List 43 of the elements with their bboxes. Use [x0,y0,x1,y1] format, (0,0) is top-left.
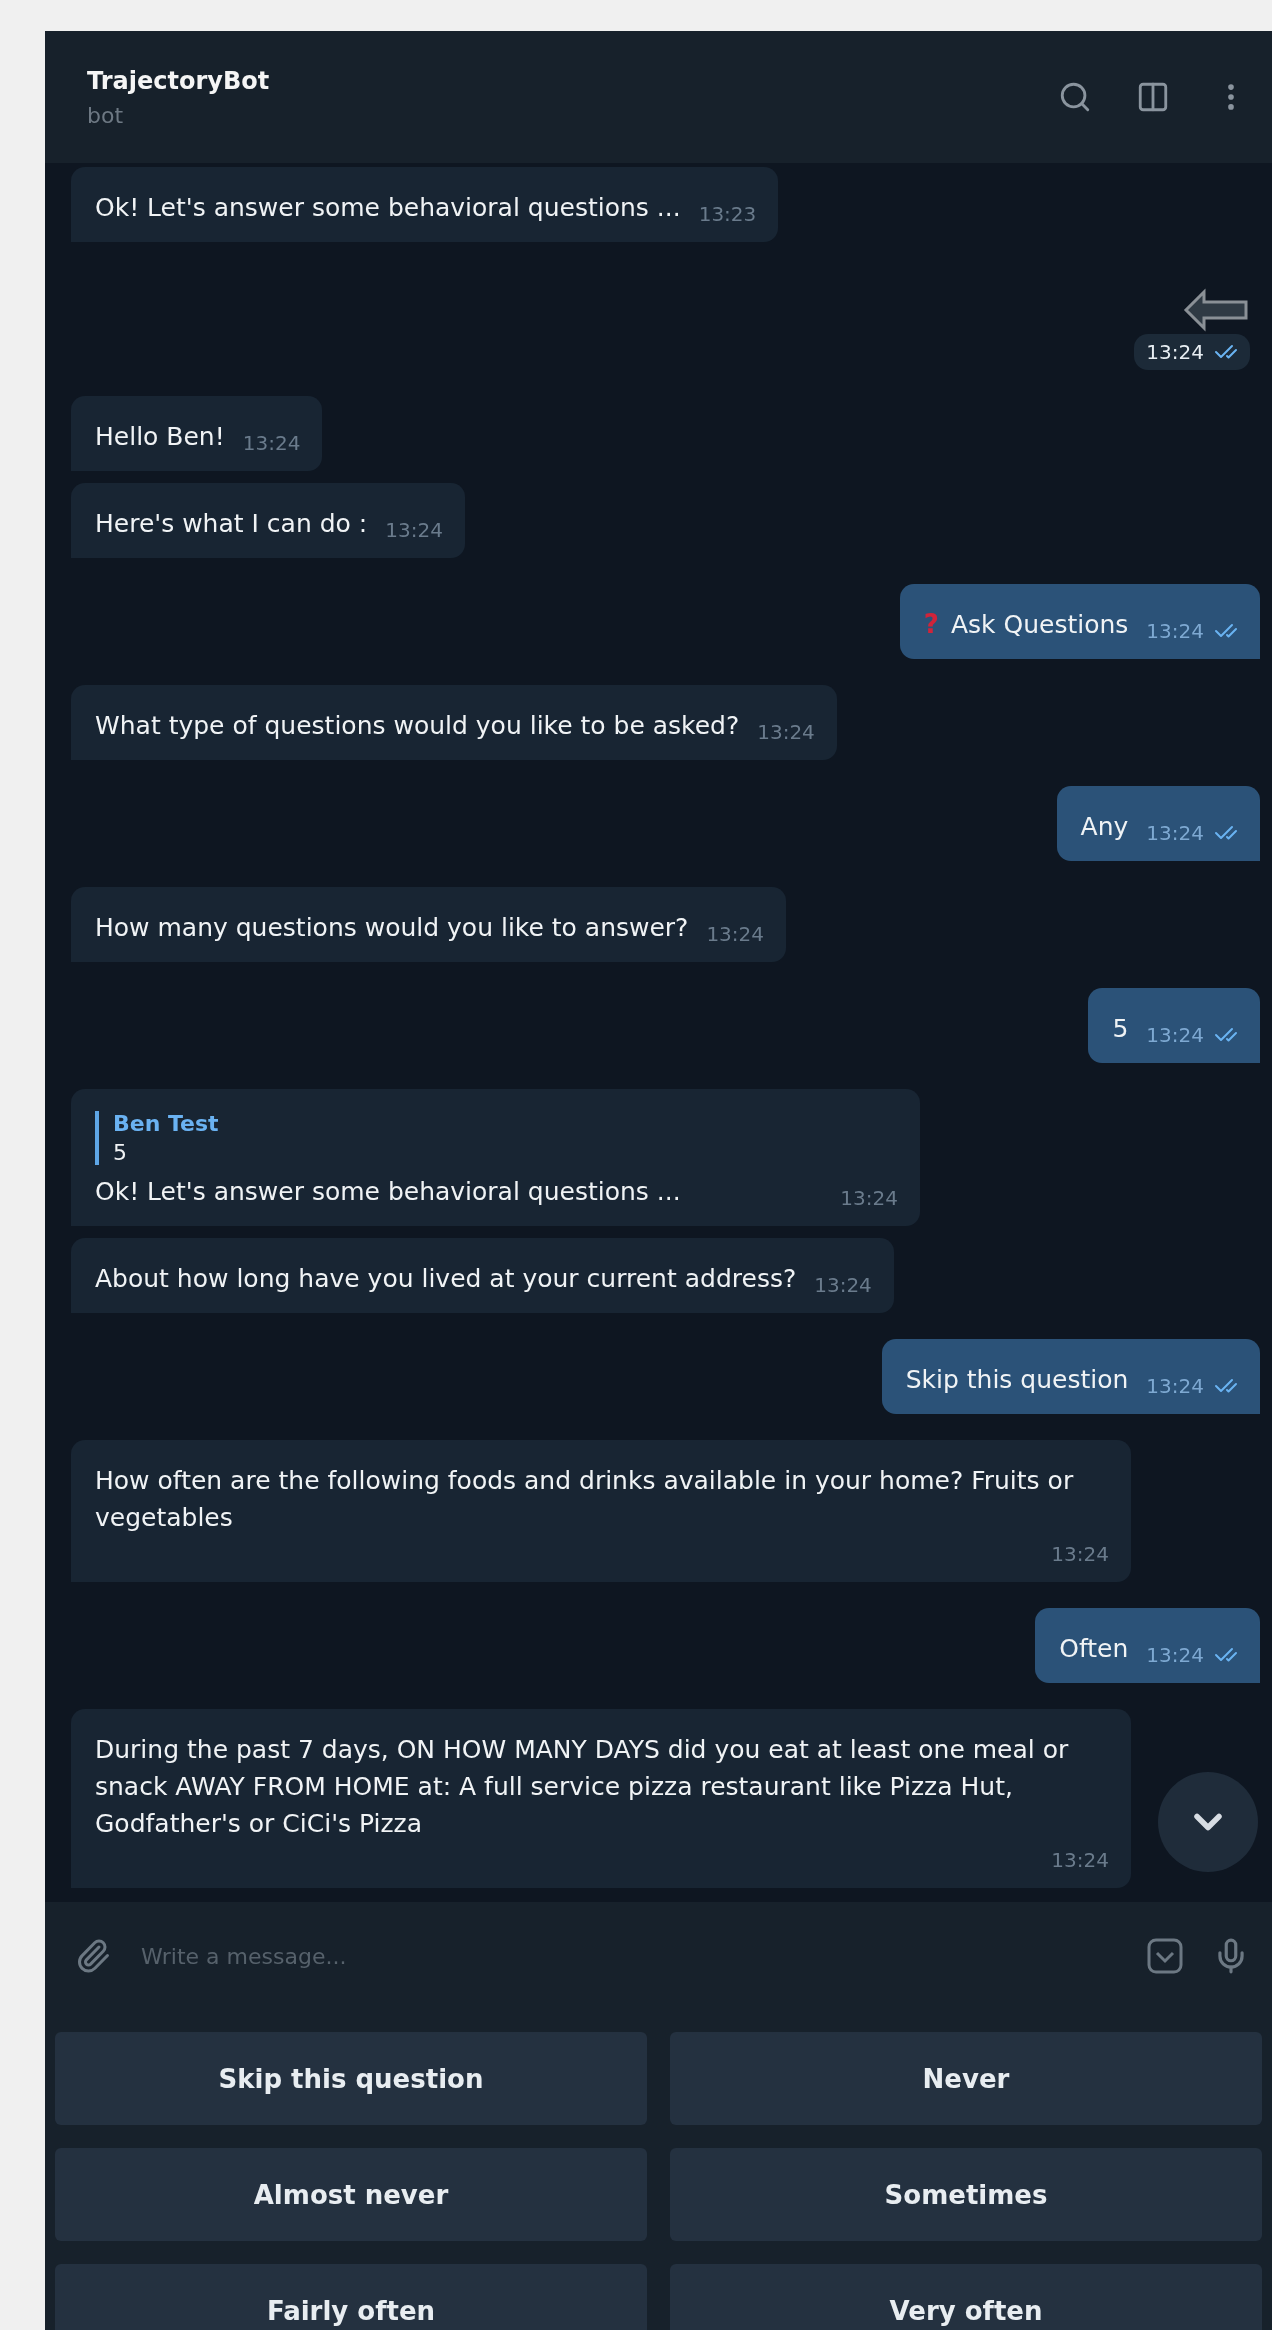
message-text: How many questions would you like to answer? [95,912,689,944]
message-text: Skip this question [905,1364,1129,1396]
message-text: About how long have you lived at your current address? [95,1263,797,1295]
message-text: Ok! Let's answer some behavioral questions ... [95,1176,681,1208]
message-time: 13:24 [1146,821,1204,845]
search-icon[interactable] [1058,80,1092,114]
message-time: 13:24 [1146,619,1204,643]
message-time: 13:24 [814,1273,872,1297]
message-time: 13:24 [840,1186,898,1210]
message-text: Ok! Let's answer some behavioral questions ... [95,192,681,224]
side-panel-icon[interactable] [1136,80,1170,114]
message-text: Any [1080,811,1129,843]
message-time: 13:24 [1146,1643,1204,1667]
chat-subtitle: bot [87,102,124,128]
keyboard-button[interactable]: Never [670,2032,1262,2125]
message-time: 13:24 [385,518,443,542]
attach-icon[interactable] [75,1938,111,1974]
message-text: Hello Ben! [95,421,225,453]
chat-title: TrajectoryBot [87,66,270,95]
keyboard-button[interactable]: Fairly often [55,2264,647,2330]
message-time: 13:24 [1146,1374,1204,1398]
sticker-icon[interactable] [1146,1937,1184,1975]
keyboard-button[interactable]: Skip this question [55,2032,647,2125]
message-time: 13:24 [1146,1023,1204,1047]
message-time: 13:24 [1051,1848,1109,1872]
keyboard-button[interactable]: Very often [670,2264,1262,2330]
message-text: How often are the following foods and drinks available in your home? Fruits or vegetables [95,1465,1075,1534]
time-badge: 13:24 [1134,334,1250,370]
message-time: 13:24 [242,431,301,455]
message-text: During the past 7 days, ON HOW MANY DAYS did you eat at least one meal or snack AWAY FROM HOME at: A full service pizza restaurant like Pizza Hut, Godfather's or CiCi's Pizza [95,1734,1070,1840]
message-text: What type of questions would you like to be asked? [95,710,740,742]
keyboard-button[interactable]: Almost never [55,2148,647,2241]
message-time: 13:24 [757,720,815,744]
message-time: 13:24 [1051,1542,1109,1566]
keyboard-button[interactable]: Sometimes [670,2148,1262,2241]
message-text: ? Ask Questions [923,608,1129,641]
message-time: 13:23 [698,202,757,226]
reply-quote: Ben Test 5 [95,1111,898,1165]
message-text: 5 [1112,1013,1129,1045]
message-text: Often [1059,1633,1129,1665]
message-time: 13:24 [706,922,764,946]
message-text: Here's what I can do : [95,508,368,540]
left-arrow-icon [1182,288,1250,332]
